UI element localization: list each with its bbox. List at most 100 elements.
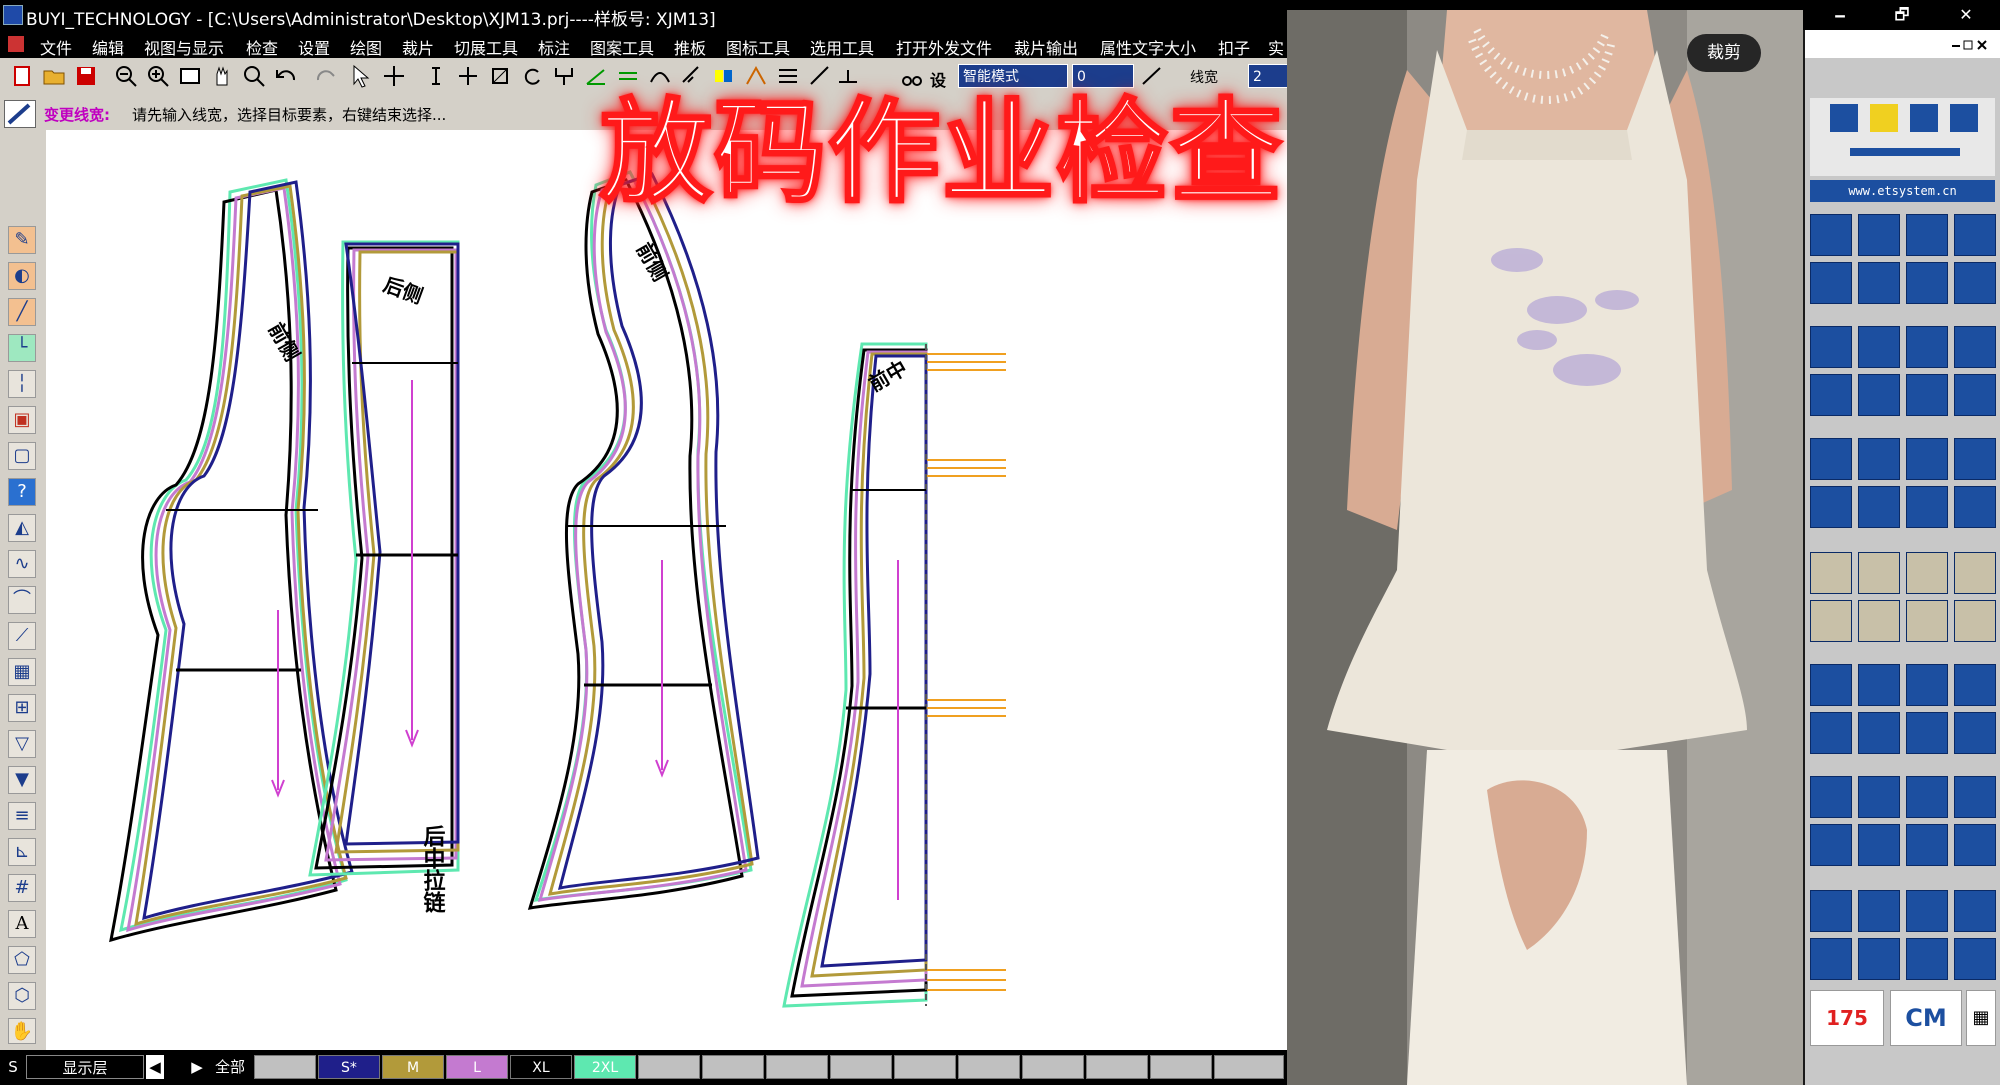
size-tab-xl[interactable]: XL (510, 1055, 572, 1079)
frame-tool-icon[interactable]: ▢ (8, 442, 36, 470)
rp-tool-13[interactable] (1810, 374, 1852, 416)
minimize-button[interactable]: 🗕 (1820, 4, 1860, 26)
save-icon[interactable] (74, 64, 98, 88)
menu-select-tools[interactable]: 选用工具 (810, 35, 874, 59)
rp-tool-16[interactable] (1954, 374, 1996, 416)
dart-insert-icon[interactable]: ▽ (8, 730, 36, 758)
arc-tool-icon[interactable]: ⌒ (8, 586, 36, 614)
rp-tool-28[interactable] (1954, 552, 1996, 594)
rp-tool-21[interactable] (1810, 486, 1852, 528)
rp-tool-9[interactable] (1810, 326, 1852, 368)
rp-tool-54[interactable] (1858, 938, 1900, 980)
piece-outline-icon[interactable]: ⬡ (8, 982, 36, 1010)
rp-tool-1[interactable] (1810, 214, 1852, 256)
corner-tool-icon[interactable]: └ (8, 334, 36, 362)
menu-piece-output[interactable]: 裁片输出 (1014, 35, 1078, 59)
rp-tool-26[interactable] (1858, 552, 1900, 594)
size-tab-s[interactable]: S* (318, 1055, 380, 1079)
dart-fill-icon[interactable]: ▼ (8, 766, 36, 794)
menu-attr-text-size[interactable]: 属性文字大小 (1100, 35, 1196, 59)
rp-tool-46[interactable] (1858, 824, 1900, 866)
size-tab-l[interactable]: L (446, 1055, 508, 1079)
rp-tool-4[interactable] (1954, 214, 1996, 256)
zoom-in-icon[interactable] (146, 64, 170, 88)
menu-annotate[interactable]: 标注 (538, 35, 570, 59)
preview-tool-b-icon[interactable] (1870, 104, 1898, 132)
menu-file[interactable]: 文件 (40, 35, 72, 59)
rp-tool-17[interactable] (1810, 438, 1852, 480)
rect-tool-icon[interactable]: ▣ (8, 406, 36, 434)
rp-tool-10[interactable] (1858, 326, 1900, 368)
shape-tool-icon[interactable]: ◭ (8, 514, 36, 542)
measure-tool-icon[interactable]: ⊾ (8, 838, 36, 866)
diagonal-tool-icon[interactable]: ⟋ (8, 622, 36, 650)
distort-icon[interactable] (488, 64, 512, 88)
rp-tool-25[interactable] (1810, 552, 1852, 594)
split-tool-icon[interactable]: ╎ (8, 370, 36, 398)
layout-tool-icon[interactable]: ⊞ (8, 694, 36, 722)
preview-tool-c-icon[interactable] (1910, 104, 1938, 132)
rp-tool-34[interactable] (1858, 664, 1900, 706)
rp-tool-38[interactable] (1858, 712, 1900, 754)
menu-draw[interactable]: 绘图 (350, 35, 382, 59)
redo-icon[interactable] (314, 64, 338, 88)
fork-icon[interactable] (552, 64, 576, 88)
grid-tool-icon[interactable]: # (8, 874, 36, 902)
menu-open-external[interactable]: 打开外发文件 (896, 35, 992, 59)
rp-tool-55[interactable] (1906, 938, 1948, 980)
piece-tool-icon[interactable]: ⬠ (8, 946, 36, 974)
rp-tool-49[interactable] (1810, 890, 1852, 932)
rp-tool-51[interactable] (1906, 890, 1948, 932)
menu-settings[interactable]: 设置 (298, 35, 330, 59)
layer-next-button[interactable]: ▶ (188, 1055, 206, 1079)
rp-tool-52[interactable] (1954, 890, 1996, 932)
size-tab-2xl[interactable]: 2XL (574, 1055, 636, 1079)
rp-tool-12[interactable] (1954, 326, 1996, 368)
move-icon[interactable] (382, 64, 406, 88)
layer-all-label[interactable]: 全部 (208, 1055, 252, 1079)
menu-more[interactable]: 实 (1268, 35, 1284, 59)
rp-tool-37[interactable] (1810, 712, 1852, 754)
menu-check[interactable]: 检查 (246, 35, 278, 59)
rp-tool-24[interactable] (1954, 486, 1996, 528)
rp-tool-39[interactable] (1906, 712, 1948, 754)
restore-button[interactable]: 🗗 (1882, 4, 1922, 26)
menu-slash-spread[interactable]: 切展工具 (454, 35, 518, 59)
rp-tool-43[interactable] (1906, 776, 1948, 818)
size-tab-m[interactable]: M (382, 1055, 444, 1079)
rp-tool-44[interactable] (1954, 776, 1996, 818)
crosshair-icon[interactable] (456, 64, 480, 88)
menu-edit[interactable]: 编辑 (92, 35, 124, 59)
crop-button[interactable]: 裁剪 (1687, 34, 1761, 72)
rp-tool-35[interactable] (1906, 664, 1948, 706)
rp-tool-6[interactable] (1858, 262, 1900, 304)
layer-display-label[interactable]: 显示层 (26, 1055, 144, 1079)
rp-tool-53[interactable] (1810, 938, 1852, 980)
rotate-icon[interactable] (520, 64, 544, 88)
unit-toggle[interactable]: CM (1890, 990, 1962, 1046)
rp-tool-42[interactable] (1858, 776, 1900, 818)
preview-tool-a-icon[interactable] (1830, 104, 1858, 132)
rp-tool-2[interactable] (1858, 214, 1900, 256)
select-arrow-icon[interactable] (350, 64, 374, 88)
rp-tool-11[interactable] (1906, 326, 1948, 368)
rp-tool-41[interactable] (1810, 776, 1852, 818)
rp-tool-50[interactable] (1858, 890, 1900, 932)
pen-tool-icon[interactable]: ✎ (8, 226, 36, 254)
close-button[interactable]: ✕ (1946, 4, 1986, 26)
rp-tool-7[interactable] (1906, 262, 1948, 304)
rp-tool-5[interactable] (1810, 262, 1852, 304)
menu-view[interactable]: 视图与显示 (144, 35, 224, 59)
rp-tool-27[interactable] (1906, 552, 1948, 594)
rp-tool-30[interactable] (1858, 600, 1900, 642)
rp-tool-45[interactable] (1810, 824, 1852, 866)
rp-tool-33[interactable] (1810, 664, 1852, 706)
menu-buttons[interactable]: 扣子 (1218, 35, 1250, 59)
vendor-url[interactable]: www.etsystem.cn (1810, 180, 1995, 202)
menu-icon-tools[interactable]: 图标工具 (726, 35, 790, 59)
rp-tool-19[interactable] (1906, 438, 1948, 480)
rp-tool-14[interactable] (1858, 374, 1900, 416)
pan-hand-icon[interactable] (210, 64, 234, 88)
menu-pieces[interactable]: 裁片 (402, 35, 434, 59)
calculator-icon[interactable]: ▦ (8, 658, 36, 686)
